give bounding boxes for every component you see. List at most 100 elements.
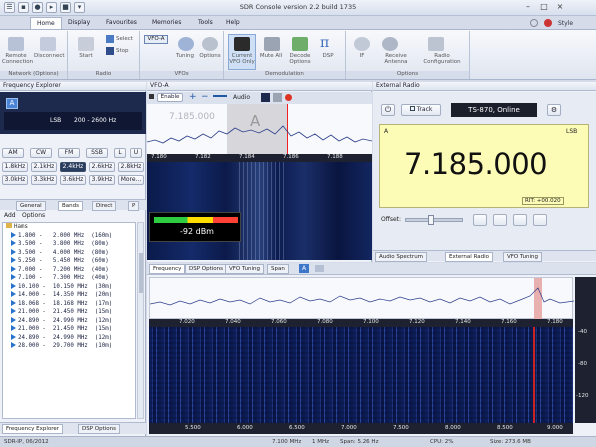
bw-2.4-button[interactable]: 2.4kHz [60, 162, 86, 172]
expand-arrow-icon[interactable] [11, 257, 16, 263]
expand-arrow-icon[interactable] [11, 265, 16, 272]
mode-fm-button[interactable]: FM [58, 148, 80, 158]
mode-l-button[interactable]: L [114, 148, 126, 158]
receive-antenna-button[interactable]: Receive Antenna [376, 53, 416, 65]
mode-ssb-button[interactable]: SSB [86, 148, 108, 158]
maximize-icon[interactable]: □ [536, 1, 552, 14]
current-vfo-only-button[interactable]: Current VFO Only [228, 53, 256, 65]
minimize-icon[interactable]: – [520, 1, 536, 14]
mute-all-button[interactable]: Mute All [258, 53, 284, 59]
bw-2.8-button[interactable]: 2.8kHz [118, 162, 144, 172]
band-list-item[interactable]: 7.000 - 7.200 MHz (40m) [3, 265, 135, 275]
tab-help[interactable]: Help [220, 17, 246, 29]
tab-frequency[interactable]: Frequency [149, 264, 186, 274]
offset-slider[interactable] [405, 215, 463, 225]
tab-dsp-options[interactable]: DSP Options [78, 424, 121, 434]
close-icon[interactable]: × [552, 1, 568, 14]
bw-2.6-button[interactable]: 2.6kHz [89, 162, 115, 172]
band-list-item[interactable]: 3.500 - 4.000 MHz (80m) [3, 248, 135, 258]
screenshot-icon[interactable] [315, 265, 324, 272]
bw-3.0-button[interactable]: 3.0kHz [2, 175, 28, 185]
alert-icon[interactable] [544, 19, 552, 27]
mode-cw-button[interactable]: CW [30, 148, 52, 158]
tab-memories[interactable]: Memories [146, 17, 187, 29]
start-button[interactable]: Start [72, 53, 100, 59]
expand-arrow-icon[interactable] [11, 274, 16, 280]
tab-frequency-explorer[interactable]: Frequency Explorer [2, 424, 64, 434]
vfo-a-marker-icon[interactable]: A [299, 264, 309, 273]
band-list-item[interactable]: 3.500 - 3.800 MHz (80m) [3, 240, 135, 249]
speaker-vfo-icon[interactable] [261, 93, 270, 102]
tab-spectrum-dsp-options[interactable]: DSP Options [185, 264, 228, 274]
add-button[interactable]: Add [4, 212, 16, 219]
decode-options-button[interactable]: Decode Options [286, 53, 314, 65]
audio-dropdown[interactable]: Audio [233, 94, 250, 101]
expand-arrow-icon[interactable] [11, 316, 16, 323]
if-button[interactable]: IF [350, 53, 374, 59]
band-list-item[interactable]: 24.890 - 24.990 MHz (12m) [3, 316, 135, 326]
remote-connection-button[interactable]: Remote Connection [2, 53, 33, 65]
expand-arrow-icon[interactable] [11, 325, 16, 331]
vfo-tag[interactable]: VFO-A [144, 35, 168, 44]
band-list-item[interactable]: 24.890 - 24.990 MHz (12m) [3, 333, 135, 343]
zoom-out-icon[interactable]: − [201, 92, 209, 102]
power-icon[interactable]: ⏻ [381, 104, 395, 116]
band-list-item[interactable]: 21.000 - 21.450 MHz (15m) [3, 308, 135, 317]
band-list-item[interactable]: 10.100 - 10.150 MHz (30m) [3, 282, 135, 292]
radio-settings-icon[interactable]: ⚙ [547, 104, 561, 116]
tab-display[interactable]: Display [62, 17, 96, 29]
tab-home[interactable]: Home [30, 17, 62, 29]
band-list-item[interactable]: 28.000 - 29.700 MHz (10m) [3, 342, 135, 351]
tab-bands[interactable]: Bands [58, 201, 83, 211]
main-spectrum[interactable] [149, 277, 574, 320]
tab-spectrum-vfo-tuning[interactable]: VFO Tuning [225, 264, 265, 274]
dsp-button[interactable]: DSP [316, 53, 340, 59]
mode-u-button[interactable]: U [130, 148, 142, 158]
mode-a-icon[interactable]: A [6, 98, 18, 109]
tuning-button[interactable]: Tuning [172, 53, 198, 59]
band-list-item[interactable]: 14.000 - 14.350 MHz (20m) [3, 291, 135, 300]
tab-direct[interactable]: Direct [92, 201, 117, 211]
scrollbar-thumb[interactable] [139, 253, 143, 293]
vfo-options-button[interactable]: Options [196, 53, 224, 59]
tab-tools[interactable]: Tools [192, 17, 219, 29]
vfo-menu-icon[interactable] [149, 94, 154, 99]
bw-1.8-button[interactable]: 1.8kHz [2, 162, 28, 172]
bw-more-button[interactable]: More... [118, 175, 144, 185]
zoom-in-icon[interactable]: + [189, 92, 197, 102]
tab-audio-spectrum[interactable]: Audio Spectrum [375, 252, 428, 262]
bw-3.6-button[interactable]: 3.6kHz [60, 175, 86, 185]
expand-arrow-icon[interactable] [11, 248, 16, 255]
bw-2.1-button[interactable]: 2.1kHz [31, 162, 57, 172]
enable-toggle[interactable]: Enable [157, 93, 183, 102]
band-list-item[interactable]: 18.068 - 18.168 MHz (17m) [3, 299, 135, 309]
mode-am-button[interactable]: AM [2, 148, 24, 158]
vfo-waterfall[interactable]: -92 dBm [147, 162, 372, 260]
style-label[interactable]: Style [558, 20, 573, 27]
expand-arrow-icon[interactable] [11, 282, 16, 289]
tab-vfo-tuning[interactable]: VFO Tuning [503, 252, 543, 262]
band-list-item[interactable]: 1.800 - 2.000 MHz (160m) [3, 231, 135, 241]
tab-favourites[interactable]: Favourites [100, 17, 143, 29]
track-button[interactable]: Track [401, 104, 441, 116]
split-icon[interactable] [493, 214, 507, 226]
tab-p[interactable]: P [128, 201, 140, 211]
bw-3.3-button[interactable]: 3.3kHz [31, 175, 57, 185]
expand-icon[interactable] [533, 214, 547, 226]
tab-general[interactable]: General [16, 201, 46, 211]
list-options-button[interactable]: Options [22, 212, 45, 219]
band-list-item[interactable]: 5.250 - 5.450 MHz (60m) [3, 257, 135, 266]
offset-slider-thumb[interactable] [428, 215, 434, 225]
expand-arrow-icon[interactable] [11, 291, 16, 297]
sync-icon[interactable] [473, 214, 487, 226]
span-slider[interactable] [213, 95, 227, 97]
stop-button[interactable]: Stop [116, 48, 129, 54]
band-list-item[interactable]: 21.000 - 21.450 MHz (15m) [3, 325, 135, 334]
band-list-scrollbar[interactable] [137, 222, 144, 419]
expand-arrow-icon[interactable] [11, 240, 16, 246]
select-button[interactable]: Select [116, 36, 133, 42]
expand-arrow-icon[interactable] [11, 333, 16, 340]
help-icon[interactable] [530, 19, 538, 27]
main-waterfall[interactable] [149, 327, 573, 423]
disconnect-button[interactable]: Disconnect [34, 53, 65, 59]
